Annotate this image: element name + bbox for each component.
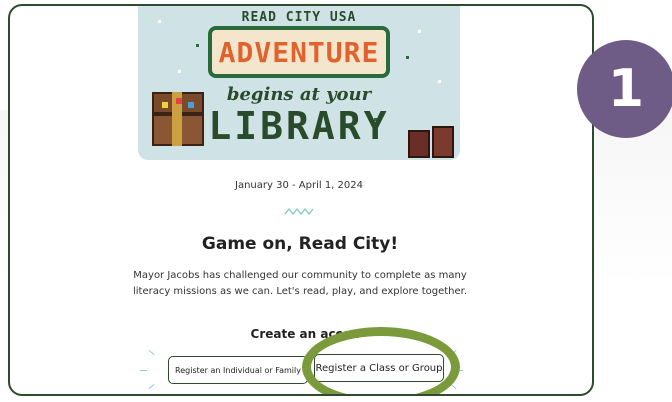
squiggle-divider-icon <box>284 207 314 216</box>
banner-dot <box>418 30 421 33</box>
register-individual-button[interactable]: Register an Individual or Family <box>168 356 308 384</box>
event-banner: READ CITY USA ADVENTURE begins at your L… <box>138 6 460 160</box>
page-title: Game on, Read City! <box>201 234 399 254</box>
banner-dot <box>178 70 181 73</box>
banner-dot <box>196 44 199 47</box>
banner-dot <box>438 80 441 83</box>
banner-top-text: READ CITY USA <box>241 10 357 25</box>
treasure-chest-icon <box>152 92 204 146</box>
banner-dot <box>406 56 409 59</box>
event-dates: January 30 - April 1, 2024 <box>235 180 363 191</box>
step-number-badge: 1 <box>577 40 672 138</box>
adventure-plate: ADVENTURE <box>208 26 390 78</box>
event-description: Mayor Jacobs has challenged our communit… <box>132 270 468 297</box>
register-group-button[interactable]: Register a Class or Group <box>314 354 444 382</box>
browser-frame: READ CITY USA ADVENTURE begins at your L… <box>8 4 594 396</box>
adventure-text: ADVENTURE <box>218 36 380 69</box>
create-account-heading: Create an accou <box>250 327 360 341</box>
boots-icon <box>400 124 460 160</box>
